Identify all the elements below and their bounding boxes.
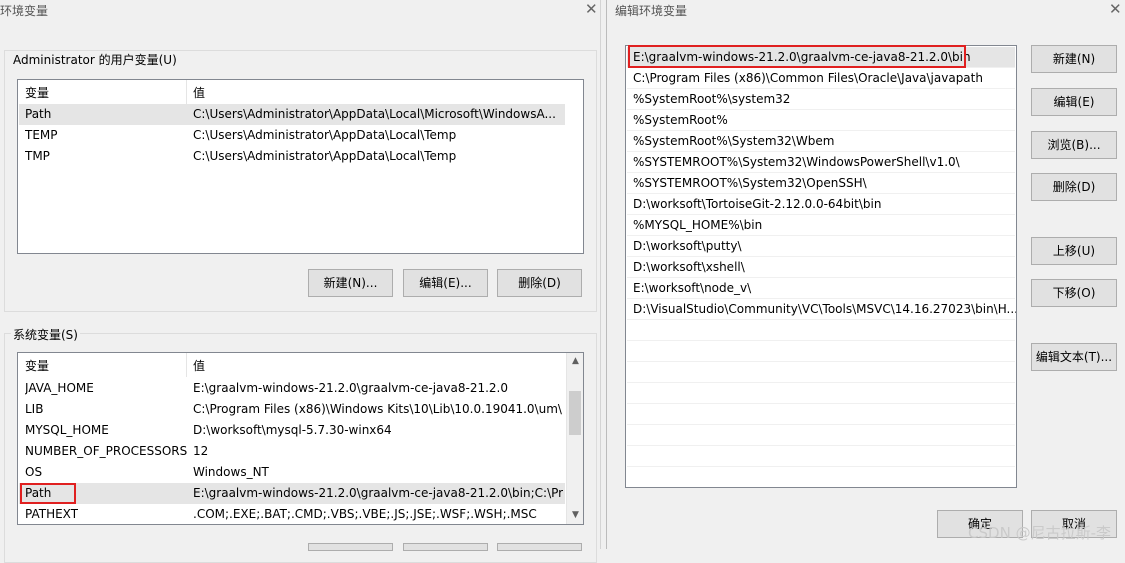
user-variables-label: Administrator 的用户变量(U): [11, 51, 179, 68]
variable-value: D:\worksoft\mysql-5.7.30-winx64: [193, 423, 392, 437]
path-entry: %SystemRoot%\System32\Wbem: [633, 134, 835, 148]
path-delete-button[interactable]: 删除(D): [1031, 173, 1117, 201]
variable-name: MYSQL_HOME: [25, 423, 109, 437]
table-row[interactable]: JAVA_HOME E:\graalvm-windows-21.2.0\graa…: [19, 378, 565, 399]
path-entry: %SystemRoot%\system32: [633, 92, 791, 106]
user-edit-button[interactable]: 编辑(E)...: [403, 269, 488, 297]
table-row[interactable]: LIB C:\Program Files (x86)\Windows Kits\…: [19, 399, 565, 420]
environment-variables-window: 环境变量 ✕ Administrator 的用户变量(U) 变量 值 Path …: [0, 0, 601, 563]
user-variables-list[interactable]: 变量 值 Path C:\Users\Administrator\AppData…: [17, 79, 584, 254]
window-title: 环境变量: [0, 4, 49, 18]
vertical-scrollbar[interactable]: ▲ ▼: [566, 353, 583, 524]
list-item[interactable]: %SystemRoot%\System32\Wbem: [627, 131, 1015, 152]
list-item[interactable]: D:\VisualStudio\Community\VC\Tools\MSVC\…: [627, 299, 1017, 320]
scroll-down-icon[interactable]: ▼: [567, 507, 583, 524]
list-item: [627, 320, 1015, 341]
list-header: 变量 值: [18, 80, 583, 104]
variable-value: C:\Users\Administrator\AppData\Local\Tem…: [193, 149, 457, 163]
list-item: [627, 467, 1015, 487]
system-new-button[interactable]: [308, 543, 393, 551]
graalvm-bin-highlight-box: [628, 45, 966, 68]
path-highlight-box: [20, 483, 76, 504]
column-header-value[interactable]: 值: [193, 357, 205, 374]
system-variables-list[interactable]: 变量 值 JAVA_HOME E:\graalvm-windows-21.2.0…: [17, 352, 584, 525]
column-header-value[interactable]: 值: [193, 84, 205, 101]
list-item[interactable]: C:\Program Files (x86)\Common Files\Orac…: [627, 68, 1015, 89]
move-up-button[interactable]: 上移(U): [1031, 237, 1117, 265]
path-entry: %SYSTEMROOT%\System32\WindowsPowerShell\…: [633, 155, 960, 169]
path-entry: %SYSTEMROOT%\System32\OpenSSH\: [633, 176, 867, 190]
path-entry: D:\VisualStudio\Community\VC\Tools\MSVC\…: [633, 302, 1017, 316]
list-item: [627, 425, 1015, 446]
user-new-button[interactable]: 新建(N)...: [308, 269, 393, 297]
variable-name: Path: [25, 107, 52, 121]
edit-text-button[interactable]: 编辑文本(T)...: [1031, 343, 1117, 371]
path-entry: C:\Program Files (x86)\Common Files\Orac…: [633, 71, 983, 85]
variable-value: C:\Users\Administrator\AppData\Local\Tem…: [193, 128, 457, 142]
list-item[interactable]: D:\worksoft\xshell\: [627, 257, 1015, 278]
list-header: 变量 值: [18, 353, 583, 377]
window-title: 编辑环境变量: [615, 4, 688, 18]
table-row[interactable]: TEMP C:\Users\Administrator\AppData\Loca…: [19, 125, 565, 146]
move-down-button[interactable]: 下移(O): [1031, 279, 1117, 307]
variable-name: NUMBER_OF_PROCESSORS: [25, 444, 188, 458]
list-item: [627, 404, 1015, 425]
column-header-variable[interactable]: 变量: [25, 357, 49, 374]
variable-value: 12: [193, 444, 209, 458]
path-entry: D:\worksoft\putty\: [633, 239, 742, 253]
system-edit-button[interactable]: [403, 543, 488, 551]
close-icon[interactable]: ✕: [1109, 0, 1122, 18]
variable-name: TMP: [25, 149, 50, 163]
table-row[interactable]: TMP C:\Users\Administrator\AppData\Local…: [19, 146, 565, 167]
list-item: [627, 383, 1015, 404]
list-item[interactable]: %SystemRoot%: [627, 110, 1015, 131]
variable-value: C:\Users\Administrator\AppData\Local\Mic…: [193, 107, 556, 121]
path-browse-button[interactable]: 浏览(B)...: [1031, 131, 1117, 159]
list-item: [627, 446, 1015, 467]
table-row[interactable]: MYSQL_HOME D:\worksoft\mysql-5.7.30-winx…: [19, 420, 565, 441]
path-edit-button[interactable]: 编辑(E): [1031, 88, 1117, 116]
path-entry: D:\worksoft\TortoiseGit-2.12.0.0-64bit\b…: [633, 197, 882, 211]
variable-value: Windows_NT: [193, 465, 269, 479]
list-item: [627, 362, 1015, 383]
variable-value: E:\graalvm-windows-21.2.0\graalvm-ce-jav…: [193, 381, 508, 395]
variable-name: JAVA_HOME: [25, 381, 94, 395]
system-variables-label: 系统变量(S): [11, 326, 80, 343]
list-item[interactable]: %SYSTEMROOT%\System32\WindowsPowerShell\…: [627, 152, 1015, 173]
watermark: CSDN @尼古拉斯-李: [968, 524, 1111, 542]
list-item[interactable]: D:\worksoft\putty\: [627, 236, 1015, 257]
variable-name: OS: [25, 465, 43, 479]
variable-name: LIB: [25, 402, 44, 416]
scroll-up-icon[interactable]: ▲: [567, 353, 583, 370]
path-entries-list[interactable]: E:\graalvm-windows-21.2.0\graalvm-ce-jav…: [625, 45, 1017, 488]
scrollbar-thumb[interactable]: [569, 391, 581, 435]
list-item[interactable]: E:\worksoft\node_v\: [627, 278, 1015, 299]
table-row[interactable]: OS Windows_NT: [19, 462, 565, 483]
list-item[interactable]: D:\worksoft\TortoiseGit-2.12.0.0-64bit\b…: [627, 194, 1015, 215]
variable-name: TEMP: [25, 128, 58, 142]
close-icon[interactable]: ✕: [585, 0, 598, 18]
variable-value: C:\Program Files (x86)\Windows Kits\10\L…: [193, 402, 563, 416]
edit-environment-variable-window: 编辑环境变量 ✕ E:\graalvm-windows-21.2.0\graal…: [606, 0, 1125, 549]
path-new-button[interactable]: 新建(N): [1031, 45, 1117, 73]
path-entry: %MYSQL_HOME%\bin: [633, 218, 763, 232]
table-row[interactable]: PATHEXT .COM;.EXE;.BAT;.CMD;.VBS;.VBE;.J…: [19, 504, 565, 524]
table-row[interactable]: NUMBER_OF_PROCESSORS 12: [19, 441, 565, 462]
list-item[interactable]: %MYSQL_HOME%\bin: [627, 215, 1015, 236]
list-item[interactable]: %SYSTEMROOT%\System32\OpenSSH\: [627, 173, 1015, 194]
variable-value: .COM;.EXE;.BAT;.CMD;.VBS;.VBE;.JS;.JSE;.…: [193, 507, 537, 521]
path-entry: D:\worksoft\xshell\: [633, 260, 745, 274]
list-item[interactable]: %SystemRoot%\system32: [627, 89, 1015, 110]
path-entry: %SystemRoot%: [633, 113, 728, 127]
path-entry: E:\worksoft\node_v\: [633, 281, 752, 295]
table-row[interactable]: Path E:\graalvm-windows-21.2.0\graalvm-c…: [19, 483, 565, 504]
table-row[interactable]: Path C:\Users\Administrator\AppData\Loca…: [19, 104, 565, 125]
system-delete-button[interactable]: [497, 543, 582, 551]
variable-name: PATHEXT: [25, 507, 79, 521]
variable-value: E:\graalvm-windows-21.2.0\graalvm-ce-jav…: [193, 486, 563, 500]
user-delete-button[interactable]: 删除(D): [497, 269, 582, 297]
column-header-variable[interactable]: 变量: [25, 84, 49, 101]
list-item: [627, 341, 1015, 362]
